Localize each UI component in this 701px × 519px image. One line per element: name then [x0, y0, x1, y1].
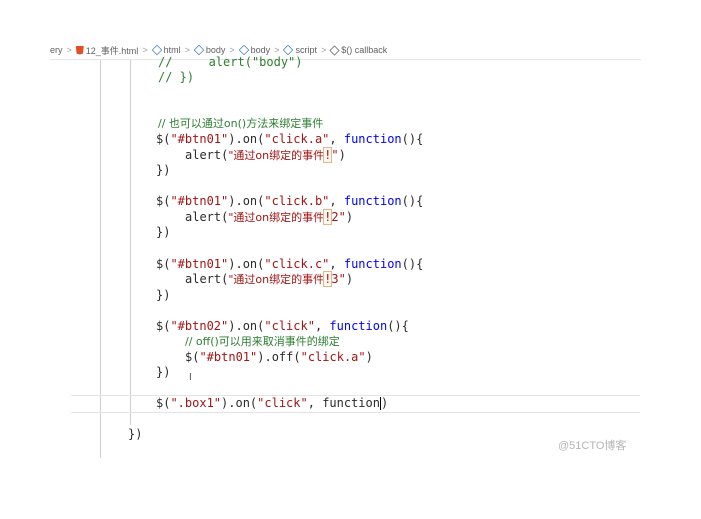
breadcrumb-item-file[interactable]: 12_事件.html — [75, 44, 139, 57]
html5-icon — [75, 45, 84, 55]
string-literal: "click.c" — [264, 257, 330, 271]
code-token: $( — [156, 319, 171, 333]
string-literal: 2" — [331, 210, 346, 224]
string-literal: "click.b" — [264, 194, 330, 208]
breadcrumb-item-callback[interactable]: $() callback — [329, 44, 388, 56]
code-line-2: // }) — [158, 69, 194, 85]
code-line-btn01-b: $("#btn01").on("click.b", function(){ — [156, 193, 423, 209]
comment: // — [158, 55, 209, 69]
code-token: ).off( — [257, 350, 301, 364]
string-literal: "通过on绑定的事件 — [228, 149, 325, 162]
keyword: function — [329, 319, 388, 333]
string-literal: "通过on绑定的事件 — [228, 273, 325, 286]
code-line-btn02: $("#btn02").on("click", function(){ — [156, 318, 409, 334]
string-literal: "click" — [257, 396, 308, 410]
code-line-btn01-c: $("#btn01").on("click.c", function(){ — [156, 256, 423, 272]
breadcrumb-divider — [50, 59, 641, 60]
code-token: (){ — [387, 319, 409, 333]
code-line-close-4: }) — [156, 364, 170, 380]
code-line-box1: $(".box1").on("click", function) — [156, 395, 388, 411]
code-token: function — [322, 396, 380, 410]
code-token: ).on( — [228, 319, 265, 333]
code-token: }) — [128, 427, 143, 441]
breadcrumb-separator: > — [66, 45, 72, 55]
keyword: function — [343, 194, 402, 208]
code-token: $( — [156, 194, 171, 208]
code-line-off: $("#btn01").off("click.a") — [185, 349, 373, 365]
code-token: }) — [156, 163, 171, 177]
code-token: alert( — [185, 210, 229, 224]
code-token: , — [329, 194, 344, 208]
code-token: ).on( — [228, 194, 265, 208]
code-token: ).on( — [228, 257, 265, 271]
code-token: }) — [156, 365, 171, 379]
code-token: (){ — [401, 257, 424, 271]
string-literal: "click.a" — [264, 132, 330, 146]
breadcrumb-label: $() callback — [341, 45, 388, 55]
breadcrumb-item-folder[interactable]: ery — [50, 45, 63, 55]
code-token: , — [314, 319, 330, 333]
keyword: function — [343, 132, 402, 146]
string-literal: "click" — [264, 319, 315, 333]
code-token: ).on( — [221, 396, 258, 410]
code-token: ) — [345, 210, 354, 224]
code-line-close-3: }) — [156, 287, 170, 303]
comment: // off()可以用来取消事件的绑定 — [185, 335, 340, 348]
code-line-1: // alert("body") — [158, 54, 303, 70]
code-line-outer-close: }) — [128, 426, 142, 442]
code-line-comment-off: // off()可以用来取消事件的绑定 — [185, 333, 340, 349]
string-literal: 3" — [331, 272, 346, 286]
code-token: $( — [156, 257, 171, 271]
code-line-comment-on: // 也可以通过on()方法来绑定事件 — [158, 115, 323, 131]
code-token: (){ — [401, 194, 424, 208]
code-token: ) — [338, 148, 346, 162]
breadcrumb-separator: > — [320, 45, 327, 55]
mouse-ibeam-cursor-icon: I — [189, 372, 192, 383]
code-line-alert-3: alert("通过on绑定的事件!3") — [185, 271, 353, 287]
code-token: ).on( — [228, 132, 265, 146]
comment: "body" — [251, 55, 296, 69]
watermark: @51CTO博客 — [558, 440, 627, 452]
code-line-btn01-a: $("#btn01").on("click.a", function(){ — [156, 131, 423, 147]
string-literal: "#btn02" — [170, 319, 229, 333]
code-token: }) — [156, 288, 171, 302]
code-token: alert( — [185, 148, 229, 162]
string-literal: "#btn01" — [170, 194, 229, 208]
code-token: $( — [156, 132, 171, 146]
string-literal: "通过on绑定的事件 — [228, 211, 325, 224]
string-literal: "#btn01" — [199, 350, 258, 364]
string-literal: ".box1" — [170, 396, 222, 410]
code-token: $( — [156, 396, 171, 410]
function-icon — [329, 44, 340, 56]
breadcrumb-label: ery — [50, 45, 63, 55]
code-token: , — [329, 132, 344, 146]
code-line-alert-1: alert("通过on绑定的事件!") — [185, 147, 346, 163]
keyword: function — [343, 257, 402, 271]
code-line-alert-2: alert("通过on绑定的事件!2") — [185, 209, 353, 225]
breadcrumb-label: 12_事件.html — [85, 45, 139, 56]
code-line-close-1: }) — [156, 162, 170, 178]
indent-guide — [130, 60, 131, 425]
string-literal: "#btn01" — [170, 132, 229, 146]
code-token: }) — [156, 225, 171, 239]
string-literal: "#btn01" — [170, 257, 229, 271]
comment: // }) — [158, 70, 195, 84]
breadcrumb-separator: > — [142, 45, 148, 55]
string-literal: " — [331, 148, 339, 162]
string-literal: "click.a" — [300, 350, 366, 364]
code-token: , — [307, 396, 323, 410]
code-line-close-2: }) — [156, 224, 170, 240]
code-token: $( — [185, 350, 200, 364]
code-token: ) — [345, 272, 354, 286]
comment: // 也可以通过on()方法来绑定事件 — [158, 117, 324, 130]
code-token: , — [329, 257, 344, 271]
code-token: (){ — [401, 132, 424, 146]
code-token: alert( — [185, 272, 229, 286]
comment: alert( — [208, 55, 252, 69]
code-token: ) — [380, 396, 389, 410]
comment: ) — [295, 55, 303, 69]
code-token: ) — [365, 350, 373, 364]
